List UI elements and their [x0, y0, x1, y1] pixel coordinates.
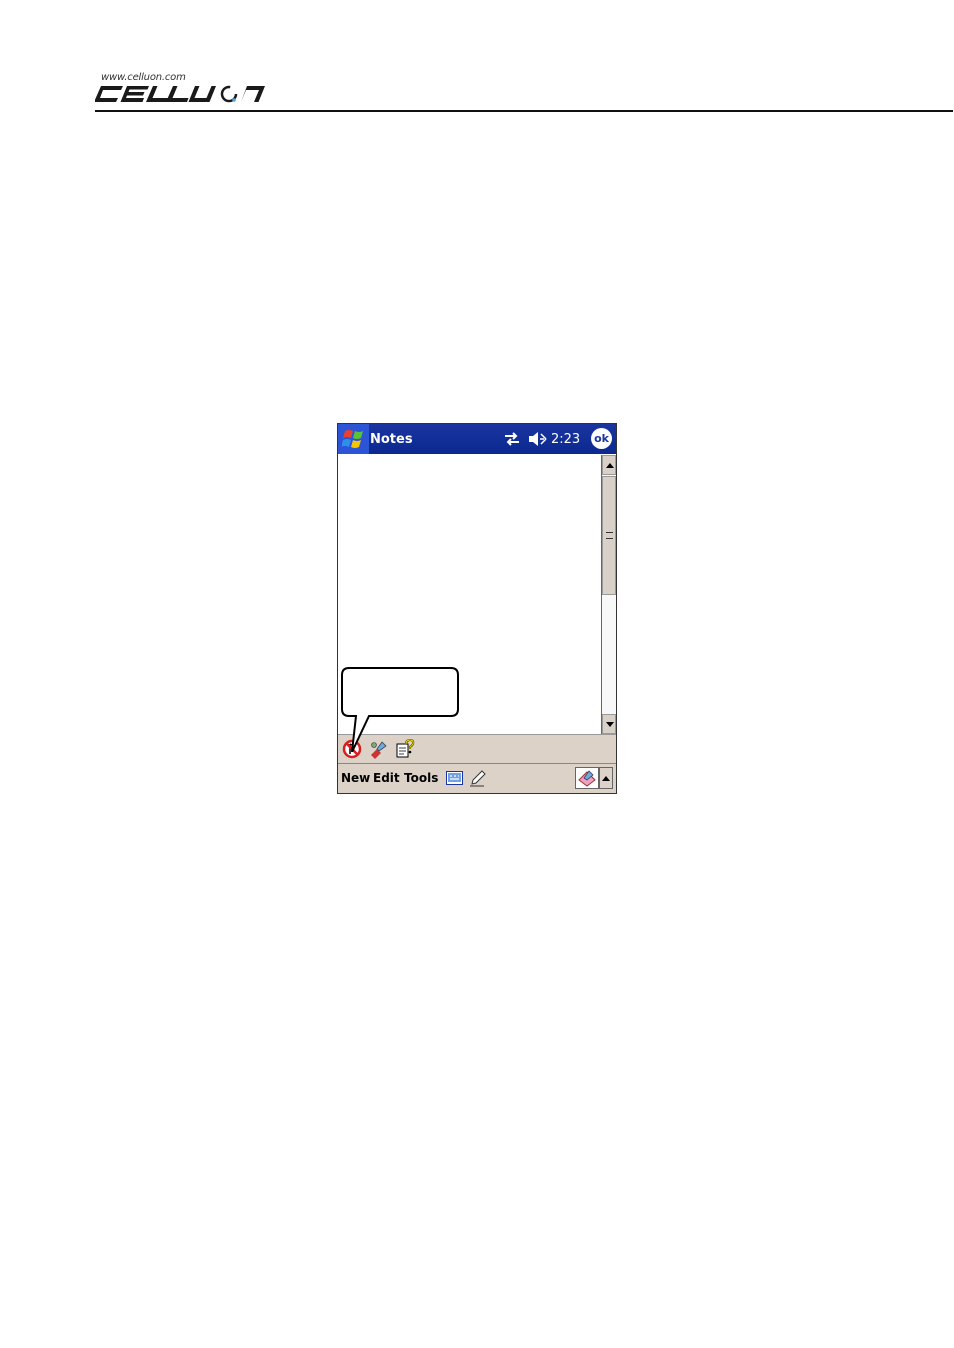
keyboard-icon[interactable]	[446, 771, 463, 785]
menu-new[interactable]: New	[341, 771, 370, 785]
app-title: Notes	[370, 432, 413, 447]
header-divider	[95, 110, 953, 112]
celluon-logo	[95, 85, 265, 103]
menu-tools[interactable]: Tools	[404, 771, 438, 785]
start-menu-button[interactable]	[338, 424, 369, 454]
speaker-muted-icon[interactable]	[528, 431, 548, 447]
scroll-thumb[interactable]	[602, 476, 616, 595]
windows-start-icon	[341, 430, 363, 448]
menu-bar: New Edit Tools	[338, 763, 616, 793]
scroll-down-button[interactable]	[602, 714, 616, 734]
nav-bar: Notes 2:23 ok	[338, 424, 616, 454]
callout-bubble	[341, 667, 459, 752]
menu-edit[interactable]: Edit	[373, 771, 400, 785]
pencil-icon[interactable]	[469, 769, 487, 787]
ok-button[interactable]: ok	[591, 428, 612, 449]
sync-arrows-icon[interactable]	[503, 431, 521, 447]
clock[interactable]: 2:23	[551, 432, 580, 447]
document-header: www.celluon.com	[95, 72, 953, 112]
input-panel-button[interactable]	[575, 767, 599, 789]
vertical-scrollbar[interactable]	[601, 455, 616, 734]
input-panel-icon	[578, 770, 596, 787]
scroll-up-button[interactable]	[602, 455, 616, 475]
input-panel-arrow[interactable]	[599, 767, 613, 789]
